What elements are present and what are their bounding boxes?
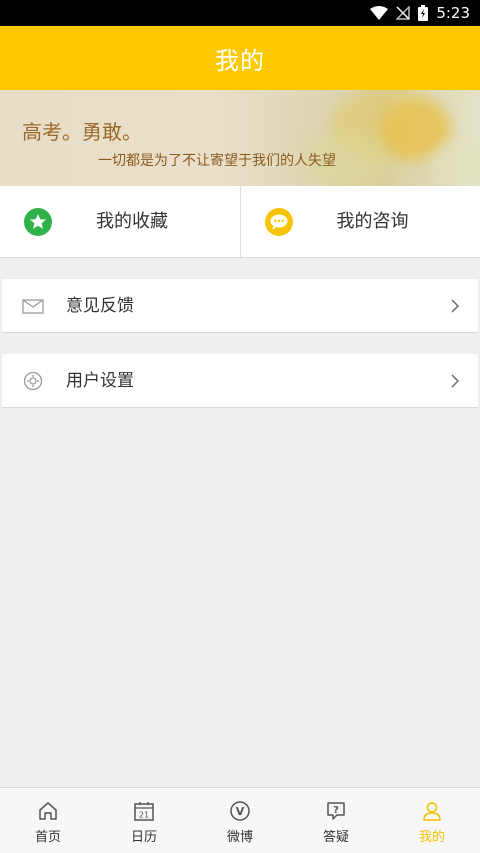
nav-item-profile[interactable]: 我的 [384, 788, 480, 853]
nav-label-home: 首页 [34, 830, 61, 845]
feedback-row[interactable]: 意见反馈 [2, 279, 478, 333]
profile-icon [423, 802, 441, 821]
nav-item-calendar[interactable]: 21 日历 [96, 788, 192, 853]
chat-icon [264, 208, 293, 236]
favorites-label: 我的收藏 [96, 211, 168, 232]
question-icon: ? [327, 802, 345, 820]
consultation-label: 我的咨询 [336, 211, 409, 232]
status-time: 5:23 [436, 4, 470, 22]
page-title: 我的 [215, 46, 265, 75]
settings-label: 用户设置 [66, 371, 134, 391]
chevron-right-icon [451, 299, 460, 313]
feedback-label: 意见反馈 [66, 296, 134, 316]
nav-item-weibo[interactable]: V 微博 [192, 788, 288, 853]
weibo-icon: V [230, 801, 250, 821]
battery-icon [418, 5, 429, 21]
chevron-right-icon [451, 374, 460, 388]
title-bar: 我的 [0, 26, 480, 90]
banner-subline: 一切都是为了不让寄望于我们的人失望 [98, 153, 336, 169]
consultation-button[interactable]: 我的咨询 [239, 186, 480, 257]
quick-actions: 我的收藏 我的咨询 [0, 186, 480, 258]
bottom-nav: 首页 21 日历 V 微博 ? 答疑 我的 [0, 787, 480, 853]
nav-label-calendar: 日历 [130, 830, 157, 845]
settings-row[interactable]: 用户设置 [2, 354, 478, 408]
calendar-icon: 21 [134, 802, 154, 821]
no-signal-icon [396, 6, 411, 20]
settings-icon [23, 371, 43, 391]
mail-icon [22, 299, 44, 314]
svg-text:21: 21 [139, 811, 149, 820]
status-bar: 5:23 [0, 0, 480, 26]
banner-flower-blur [430, 140, 480, 186]
nav-label-weibo: 微博 [226, 830, 253, 845]
home-icon [39, 802, 57, 820]
screen: 5:23 我的 高考。勇敢。 一切都是为了不让寄望于我们的人失望 我的收藏 我的… [0, 0, 480, 853]
svg-text:?: ? [333, 805, 339, 816]
nav-label-qa: 答疑 [322, 830, 349, 845]
wifi-icon [370, 6, 389, 20]
favorites-button[interactable]: 我的收藏 [0, 186, 240, 257]
banner-headline: 高考。勇敢。 [22, 120, 142, 144]
nav-item-qa[interactable]: ? 答疑 [288, 788, 384, 853]
svg-text:V: V [236, 805, 245, 818]
nav-label-profile: 我的 [418, 830, 445, 845]
profile-banner: 高考。勇敢。 一切都是为了不让寄望于我们的人失望 [0, 90, 480, 186]
nav-item-home[interactable]: 首页 [0, 788, 96, 853]
star-icon [24, 208, 52, 236]
